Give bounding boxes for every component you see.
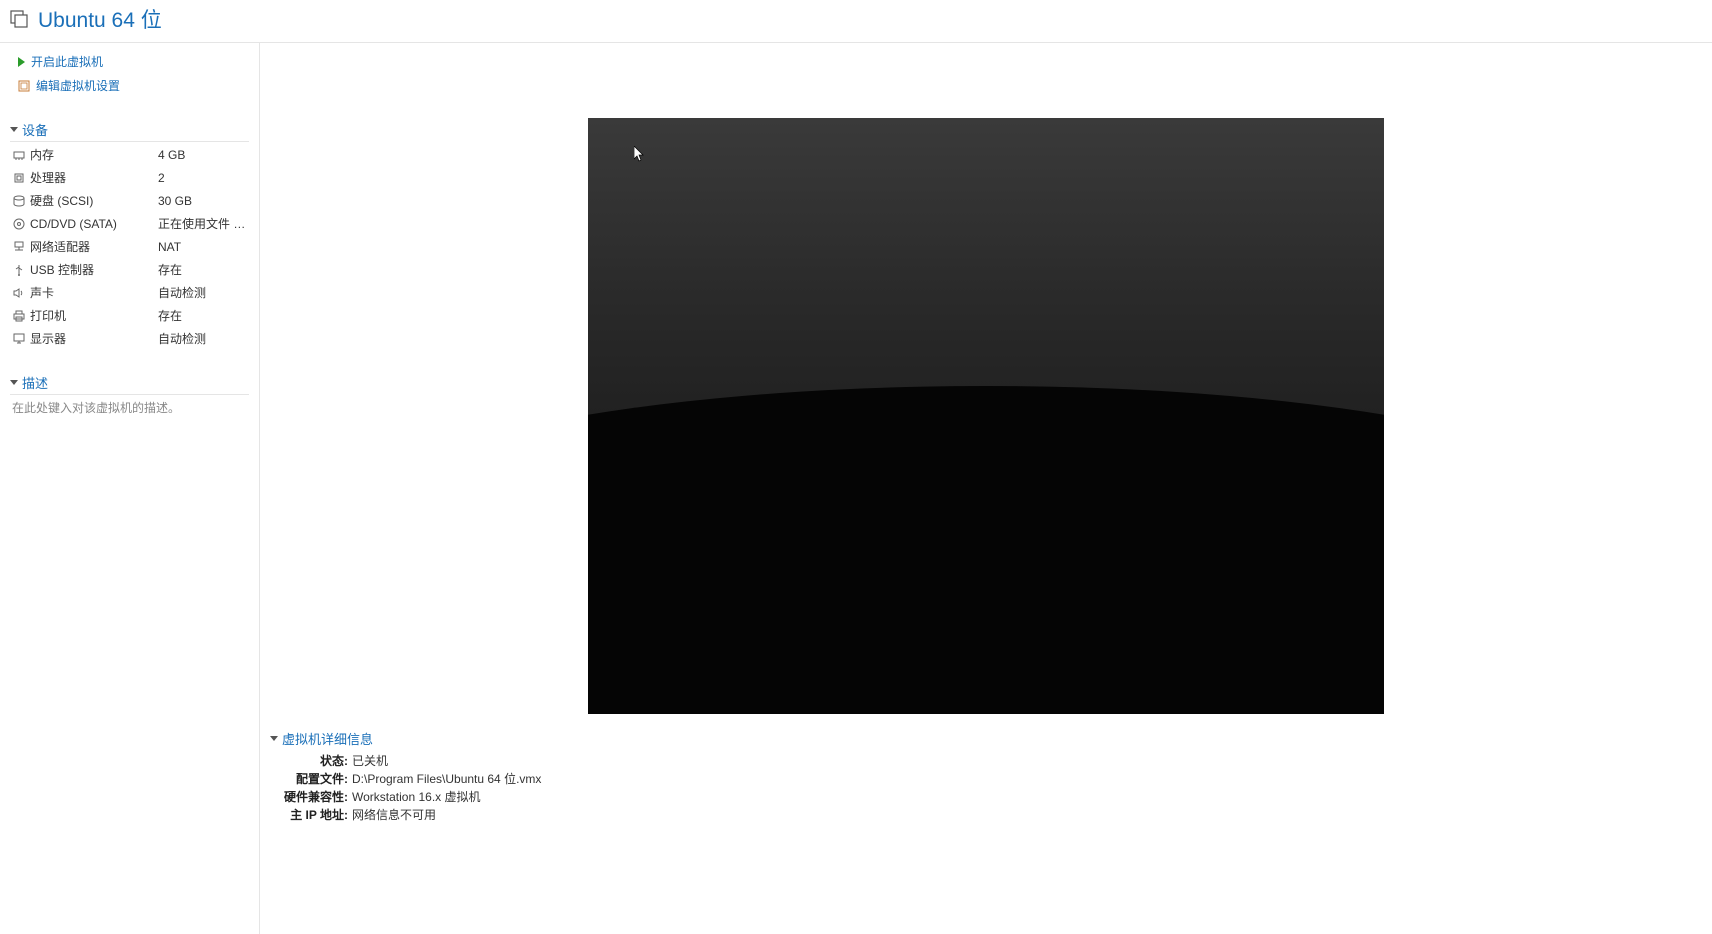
vm-details-panel: 虚拟机详细信息 状态:已关机配置文件:D:\Program Files\Ubun… [270,729,870,824]
play-icon [18,57,25,67]
sound-icon [12,286,26,300]
memory-icon [12,148,26,162]
device-label: CD/DVD (SATA) [30,217,158,231]
right-pane: 虚拟机详细信息 状态:已关机配置文件:D:\Program Files\Ubun… [260,43,1712,934]
vm-preview-screen[interactable] [588,118,1384,714]
cpu-icon [12,171,26,185]
cursor-icon [634,146,646,165]
device-label: 网络适配器 [30,238,158,255]
device-row[interactable]: USB 控制器存在 [10,259,249,280]
chevron-down-icon [270,736,278,741]
power-on-label: 开启此虚拟机 [31,53,103,70]
details-label: 硬件兼容性: [270,788,348,806]
vm-details-title: 虚拟机详细信息 [282,729,373,748]
device-value: 30 GB [158,194,247,208]
usb-icon [12,263,26,277]
device-label: 内存 [30,146,158,163]
device-label: 声卡 [30,284,158,301]
device-value: 2 [158,171,247,185]
details-label: 主 IP 地址: [270,806,348,824]
settings-icon [18,80,30,92]
device-value: 正在使用文件 D:... [158,215,247,232]
page-header: Ubuntu 64 位 [0,0,1712,42]
power-on-vm-link[interactable]: 开启此虚拟机 [10,51,249,72]
details-value: 已关机 [352,752,388,770]
printer-icon [12,309,26,323]
details-label: 配置文件: [270,770,348,788]
device-row[interactable]: 内存4 GB [10,144,249,165]
devices-title: 设备 [22,120,48,139]
device-value: 存在 [158,261,247,278]
details-row: 主 IP 地址:网络信息不可用 [270,806,870,824]
device-label: 显示器 [30,330,158,347]
device-value: 自动检测 [158,284,247,301]
device-value: 4 GB [158,148,247,162]
device-label: 处理器 [30,169,158,186]
network-icon [12,240,26,254]
vm-details-list: 状态:已关机配置文件:D:\Program Files\Ubuntu 64 位.… [270,752,870,824]
details-row: 配置文件:D:\Program Files\Ubuntu 64 位.vmx [270,770,870,788]
description-placeholder[interactable]: 在此处键入对该虚拟机的描述。 [10,395,249,420]
edit-settings-label: 编辑虚拟机设置 [36,77,120,94]
page-title: Ubuntu 64 位 [38,4,162,34]
device-row[interactable]: 处理器2 [10,167,249,188]
chevron-down-icon [10,127,18,132]
disk-icon [12,194,26,208]
sidebar: 开启此虚拟机 编辑虚拟机设置 设备 内存4 GB处理器2硬盘 (SCSI)30 … [0,43,260,934]
device-label: USB 控制器 [30,261,158,278]
description-section: 描述 在此处键入对该虚拟机的描述。 [10,373,249,420]
details-label: 状态: [270,752,348,770]
device-row[interactable]: 硬盘 (SCSI)30 GB [10,190,249,211]
main-layout: 开启此虚拟机 编辑虚拟机设置 设备 内存4 GB处理器2硬盘 (SCSI)30 … [0,42,1712,934]
device-row[interactable]: 网络适配器NAT [10,236,249,257]
device-row[interactable]: CD/DVD (SATA)正在使用文件 D:... [10,213,249,234]
description-section-header[interactable]: 描述 [10,373,249,395]
vm-details-header[interactable]: 虚拟机详细信息 [270,729,870,748]
display-icon [12,332,26,346]
details-row: 状态:已关机 [270,752,870,770]
device-row[interactable]: 声卡自动检测 [10,282,249,303]
device-row[interactable]: 打印机存在 [10,305,249,326]
devices-section-header[interactable]: 设备 [10,120,249,142]
chevron-down-icon [10,380,18,385]
edit-vm-settings-link[interactable]: 编辑虚拟机设置 [10,75,249,96]
devices-section: 设备 内存4 GB处理器2硬盘 (SCSI)30 GBCD/DVD (SATA)… [10,120,249,349]
details-row: 硬件兼容性:Workstation 16.x 虚拟机 [270,788,870,806]
vm-tab-icon [8,8,30,30]
device-value: NAT [158,240,247,254]
device-label: 打印机 [30,307,158,324]
details-value: D:\Program Files\Ubuntu 64 位.vmx [352,770,541,788]
disc-icon [12,217,26,231]
device-value: 自动检测 [158,330,247,347]
description-title: 描述 [22,373,48,392]
device-row[interactable]: 显示器自动检测 [10,328,249,349]
details-value: 网络信息不可用 [352,806,436,824]
device-label: 硬盘 (SCSI) [30,192,158,209]
devices-list: 内存4 GB处理器2硬盘 (SCSI)30 GBCD/DVD (SATA)正在使… [10,144,249,349]
details-value: Workstation 16.x 虚拟机 [352,788,481,806]
device-value: 存在 [158,307,247,324]
